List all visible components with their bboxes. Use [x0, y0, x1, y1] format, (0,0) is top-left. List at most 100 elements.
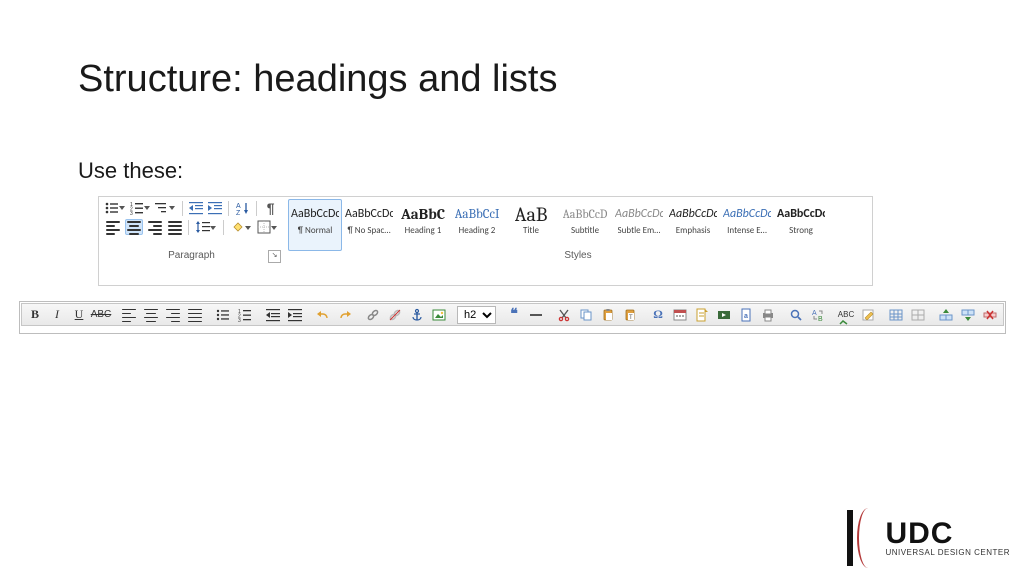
numbering-button[interactable]: 123 [130, 200, 145, 216]
align-left-button[interactable] [119, 305, 139, 325]
logo-full: UNIVERSAL DESIGN CENTER [885, 549, 1010, 557]
style-sample: AaBbCcDc [291, 203, 339, 225]
align-right-button[interactable] [163, 305, 183, 325]
line-spacing-button[interactable] [195, 220, 211, 234]
print-button[interactable] [758, 305, 778, 325]
anchor-button[interactable] [407, 305, 427, 325]
edit-button[interactable] [858, 305, 878, 325]
style-label: Subtle Em… [618, 225, 661, 236]
style-tile-normal[interactable]: AaBbCcDc¶ Normal [288, 199, 342, 251]
style-sample: AaBbCcDc [615, 203, 663, 225]
cut-button[interactable] [554, 305, 574, 325]
slide-title: Structure: headings and lists [78, 58, 558, 101]
style-sample: AaBbC [401, 203, 445, 225]
find-button[interactable] [786, 305, 806, 325]
slide-subtitle: Use these: [78, 158, 183, 184]
svg-text:A: A [812, 310, 817, 317]
align-justify-button[interactable] [185, 305, 205, 325]
svg-text:B: B [818, 316, 823, 322]
paste-button[interactable] [598, 305, 618, 325]
align-left-button[interactable] [105, 220, 121, 234]
style-tile-strong[interactable]: AaBbCcDcStrong [774, 199, 828, 251]
replace-button[interactable]: AB [808, 305, 828, 325]
row-before-button[interactable] [936, 305, 956, 325]
ordered-list-button[interactable]: 123 [235, 305, 255, 325]
style-sample: AaB [515, 203, 548, 225]
undo-button[interactable] [313, 305, 333, 325]
align-center-button[interactable] [141, 305, 161, 325]
logo-bar [847, 510, 853, 566]
indent-button[interactable] [285, 305, 305, 325]
paragraph-group-label: Paragraph [168, 250, 215, 261]
outdent-button[interactable] [263, 305, 283, 325]
style-label: Strong [789, 225, 813, 236]
style-sample: AaBbCcDc [723, 203, 771, 225]
svg-text:Z: Z [236, 210, 241, 215]
style-label: Emphasis [676, 225, 710, 236]
underline-button[interactable]: U [69, 305, 89, 325]
logo-arc [857, 508, 885, 568]
redo-button[interactable] [335, 305, 355, 325]
style-tile-emphasis[interactable]: AaBbCcDcEmphasis [666, 199, 720, 251]
sort-button[interactable]: AZ [235, 200, 250, 216]
link-button[interactable] [363, 305, 383, 325]
ribbon-group-styles: AaBbCcDc¶ NormalAaBbCcDc¶ No Spac…AaBbCH… [284, 197, 872, 265]
blockquote-button[interactable]: ❝ [504, 305, 524, 325]
increase-indent-button[interactable] [208, 200, 223, 216]
style-sample: AaBbCcDc [669, 203, 717, 225]
style-label: Heading 1 [405, 225, 442, 236]
strikethrough-button[interactable]: ABC [91, 305, 111, 325]
bullets-button[interactable] [105, 200, 120, 216]
style-tile-no-spac[interactable]: AaBbCcDc¶ No Spac… [342, 199, 396, 251]
style-tile-heading-2[interactable]: AaBbCcIHeading 2 [450, 199, 504, 251]
borders-button[interactable] [256, 220, 272, 234]
template-button[interactable] [692, 305, 712, 325]
udc-logo: UDC UNIVERSAL DESIGN CENTER [847, 510, 1010, 566]
word-ribbon: 123 AZ [98, 196, 873, 286]
styles-group-label: Styles [564, 250, 591, 261]
svg-text:A: A [236, 203, 241, 210]
image-button[interactable] [429, 305, 449, 325]
style-label: Title [523, 225, 539, 236]
hr-button[interactable] [526, 305, 546, 325]
style-tile-heading-1[interactable]: AaBbCHeading 1 [396, 199, 450, 251]
style-tile-intense-e[interactable]: AaBbCcDcIntense E… [720, 199, 774, 251]
style-sample: AaBbCcDc [345, 203, 393, 225]
special-char-button[interactable]: Ω [648, 305, 668, 325]
svg-text:a: a [744, 313, 748, 320]
paste-plain-button[interactable]: T [620, 305, 640, 325]
show-hide-paragraph-button[interactable]: ¶ [263, 200, 278, 216]
svg-text:3: 3 [130, 211, 133, 215]
media-button[interactable] [714, 305, 734, 325]
style-tile-subtitle[interactable]: AaBbCcDSubtitle [558, 199, 612, 251]
style-label: ¶ Normal [298, 225, 333, 236]
shading-button[interactable] [230, 220, 246, 234]
block-format-select[interactable]: h2 [457, 306, 496, 324]
italic-button[interactable]: I [47, 305, 67, 325]
document-button[interactable]: a [736, 305, 756, 325]
copy-button[interactable] [576, 305, 596, 325]
style-label: Intense E… [727, 225, 767, 236]
justify-button[interactable] [167, 220, 183, 234]
align-right-button[interactable] [147, 220, 163, 234]
spellcheck-button[interactable]: ABC [836, 305, 856, 325]
logo-abbr: UDC [885, 519, 1010, 549]
style-label: ¶ No Spac… [347, 225, 390, 236]
style-label: Subtitle [571, 225, 599, 236]
row-after-button[interactable] [958, 305, 978, 325]
multilevel-list-button[interactable] [155, 200, 170, 216]
style-tile-subtle-em[interactable]: AaBbCcDcSubtle Em… [612, 199, 666, 251]
unlink-button[interactable] [385, 305, 405, 325]
svg-text:T: T [629, 315, 633, 321]
align-center-button[interactable] [125, 219, 143, 235]
paragraph-dialog-launcher[interactable]: ↘ [268, 250, 281, 263]
row-delete-button[interactable] [980, 305, 1000, 325]
bold-button[interactable]: B [25, 305, 45, 325]
style-tile-title[interactable]: AaBTitle [504, 199, 558, 251]
table-props-button[interactable] [908, 305, 928, 325]
style-sample: AaBbCcDc [777, 203, 825, 225]
unordered-list-button[interactable] [213, 305, 233, 325]
table-button[interactable] [886, 305, 906, 325]
date-button[interactable] [670, 305, 690, 325]
decrease-indent-button[interactable] [189, 200, 204, 216]
